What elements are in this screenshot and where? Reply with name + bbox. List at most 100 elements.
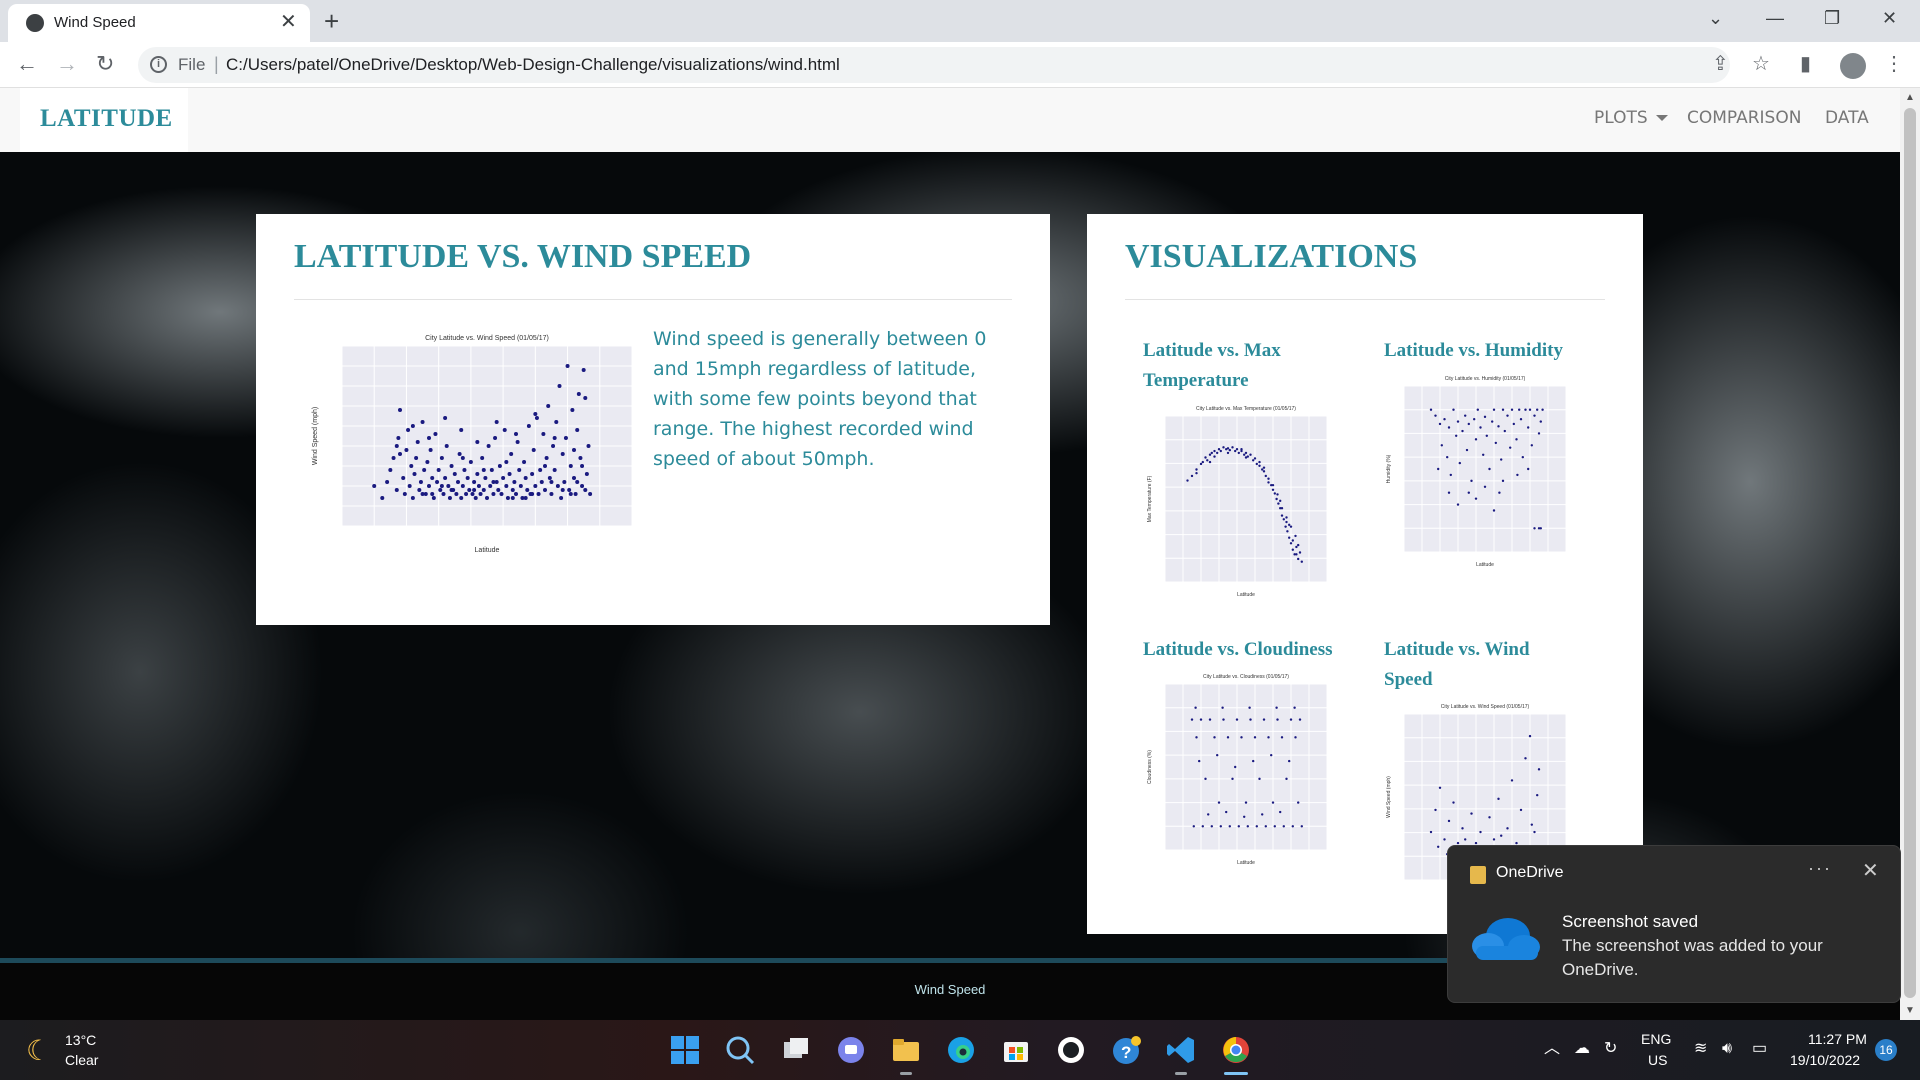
scatter-point	[543, 464, 547, 468]
show-hidden-icons-chevron-icon[interactable]: ︿	[1544, 1038, 1560, 1060]
scatter-point	[1515, 841, 1518, 845]
thumb-title-max-temperature[interactable]: Latitude vs. Max Temperature	[1143, 336, 1323, 396]
battery-icon[interactable]: ▭	[1752, 1038, 1767, 1060]
scatter-point	[1449, 473, 1452, 477]
windows-start-icon[interactable]	[669, 1034, 701, 1066]
scatter-point	[402, 492, 407, 496]
back-arrow-icon[interactable]: ←	[16, 50, 38, 78]
reload-icon[interactable]: ↻	[96, 50, 114, 78]
scatter-point	[567, 488, 572, 492]
scatter-point	[1524, 408, 1527, 411]
visualizations-title: VISUALIZATIONS	[1125, 238, 1418, 275]
share-icon[interactable]: ⇪	[1712, 52, 1729, 76]
task-view-icon[interactable]	[780, 1034, 812, 1066]
notification-count-badge[interactable]: 16	[1875, 1039, 1897, 1061]
weather-description[interactable]: Clear	[65, 1052, 98, 1068]
scatter-point	[1234, 765, 1237, 769]
window-close-icon[interactable]: ✕	[1882, 6, 1897, 30]
scatter-point	[502, 428, 507, 432]
scatter-point	[1446, 455, 1449, 459]
scatter-point	[394, 444, 399, 448]
scatter-point	[1273, 825, 1276, 828]
url-text[interactable]: C:/Users/patel/OneDrive/Desktop/Web-Desi…	[226, 55, 840, 75]
tab-close-button[interactable]: ✕	[280, 10, 297, 34]
notification-more-button[interactable]: ···	[1808, 858, 1832, 879]
scatter-point	[1461, 827, 1464, 830]
site-navbar: LATITUDE PLOTS COMPARISON DATA	[0, 88, 1900, 152]
browser-toolbar: ← → ↻ i File | C:/Users/patel/OneDrive/D…	[0, 42, 1920, 88]
caret-down-icon	[1655, 115, 1668, 121]
nav-plots-dropdown[interactable]: PLOTS	[1594, 108, 1668, 128]
thumb-title-wind-speed[interactable]: Latitude vs. Wind Speed	[1384, 635, 1564, 695]
language-indicator[interactable]: ENG	[1641, 1031, 1671, 1047]
thumb-title-cloudiness[interactable]: Latitude vs. Cloudiness	[1143, 635, 1373, 665]
scatter-point	[1249, 718, 1252, 721]
scatter-point	[1216, 753, 1219, 757]
scatter-point	[515, 440, 520, 444]
scroll-thumb[interactable]	[1904, 108, 1916, 998]
file-explorer-icon[interactable]	[890, 1034, 922, 1066]
chrome-icon[interactable]	[1220, 1034, 1252, 1066]
clock-date[interactable]: 19/10/2022	[1790, 1052, 1860, 1068]
y-axis-label: Cloudiness (%)	[1147, 750, 1153, 784]
github-desktop-icon[interactable]	[1055, 1034, 1087, 1066]
new-tab-button[interactable]: +	[324, 6, 339, 36]
restore-icon[interactable]: ❐	[1824, 6, 1840, 30]
scatter-point	[1226, 447, 1230, 450]
scatter-point	[1297, 543, 1300, 547]
scroll-down-icon[interactable]: ▼	[1905, 1005, 1915, 1016]
scatter-point	[1199, 462, 1203, 466]
notification-title: Screenshot saved	[1562, 912, 1699, 931]
menu-dots-icon[interactable]: ⋮	[1884, 52, 1904, 76]
chart-title: City Latitude vs. Wind Speed (01/05/17)	[1441, 704, 1530, 710]
thumb-cloudiness-chart[interactable]: City Latitude vs. Cloudiness (01/05/17) L…	[1145, 672, 1331, 866]
microsoft-store-icon[interactable]	[1000, 1034, 1032, 1066]
minimize-icon[interactable]: —	[1766, 6, 1784, 30]
nav-data[interactable]: DATA	[1825, 108, 1869, 128]
page-scrollbar[interactable]: ▲ ▼	[1900, 88, 1920, 1020]
language-region[interactable]: US	[1648, 1052, 1667, 1068]
scatter-point	[398, 408, 402, 412]
volume-icon[interactable]: 🔊︎	[1722, 1038, 1732, 1060]
search-icon[interactable]	[724, 1034, 756, 1066]
forward-arrow-icon[interactable]: →	[56, 50, 78, 78]
y-axis-label: Max Temperature (F)	[1147, 475, 1153, 522]
scatter-point	[1244, 801, 1248, 804]
scroll-up-icon[interactable]: ▲	[1905, 92, 1915, 103]
onedrive-tray-icon[interactable]: ☁	[1574, 1038, 1590, 1060]
scatter-point	[494, 420, 499, 424]
teams-chat-icon[interactable]	[835, 1034, 867, 1066]
clock-time[interactable]: 11:27 PM	[1808, 1031, 1867, 1047]
profile-avatar-icon[interactable]	[1840, 53, 1866, 79]
brand-text[interactable]: LATITUDE	[40, 105, 173, 133]
onedrive-notification[interactable]: OneDrive ··· ✕ Screenshot saved The scre…	[1447, 845, 1901, 1003]
scatter-point	[1228, 448, 1231, 452]
scatter-point	[475, 472, 480, 476]
scatter-point	[476, 484, 481, 488]
scatter-point	[410, 496, 415, 500]
thumb-max-temperature-chart[interactable]: City Latitude vs. Max Temperature (01/05…	[1145, 404, 1331, 598]
wifi-icon[interactable]: ≋	[1694, 1038, 1707, 1060]
vscode-icon[interactable]	[1165, 1034, 1197, 1066]
thumb-title-humidity[interactable]: Latitude vs. Humidity	[1384, 336, 1614, 366]
tab-search-chevron-icon[interactable]: ⌄	[1708, 6, 1723, 30]
weather-temperature[interactable]: 13°C	[65, 1032, 96, 1048]
bookmark-star-icon[interactable]: ☆	[1752, 52, 1770, 76]
brand[interactable]: LATITUDE	[20, 88, 188, 152]
thumb-humidity-chart[interactable]: City Latitude vs. Humidity (01/05/17) Lat…	[1384, 374, 1570, 568]
side-panel-icon[interactable]: ▮	[1800, 52, 1811, 76]
scatter-point	[1456, 420, 1460, 423]
moon-weather-icon[interactable]: ☾	[26, 1036, 51, 1066]
notification-close-button[interactable]: ✕	[1862, 858, 1879, 883]
scatter-point	[1510, 408, 1514, 411]
info-icon[interactable]: i	[150, 56, 167, 73]
browser-tab[interactable]: Wind Speed ✕	[8, 4, 310, 42]
sync-tray-icon[interactable]: ↻	[1604, 1038, 1617, 1060]
scatter-point	[525, 488, 530, 492]
chrome-active-indicator	[1224, 1072, 1248, 1075]
help-icon[interactable]: ?	[1110, 1034, 1142, 1066]
edge-browser-icon[interactable]	[945, 1034, 977, 1066]
nav-comparison[interactable]: COMPARISON	[1687, 108, 1801, 128]
scatter-point	[560, 488, 565, 492]
address-bar[interactable]: i File | C:/Users/patel/OneDrive/Desktop…	[138, 47, 1730, 83]
